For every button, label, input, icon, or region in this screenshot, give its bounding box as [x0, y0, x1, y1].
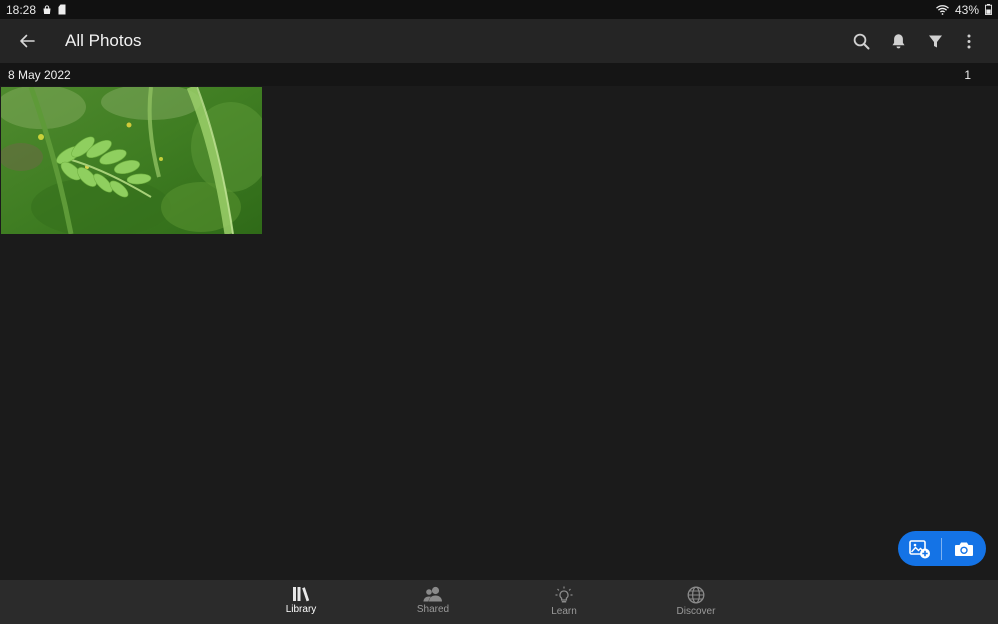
- add-photo-icon: [908, 539, 930, 558]
- lightbulb-icon: [555, 586, 573, 603]
- bottom-nav: Library Shared Learn Discover: [0, 580, 998, 624]
- sd-card-icon: [58, 4, 66, 15]
- bag-notification-icon: [42, 4, 52, 15]
- nav-item-library[interactable]: Library: [256, 580, 346, 624]
- photo-thumbnail[interactable]: [1, 87, 262, 234]
- search-button[interactable]: [843, 19, 880, 63]
- top-app-bar: All Photos: [0, 19, 998, 63]
- plant-photo-image: [1, 87, 262, 234]
- nav-item-discover[interactable]: Discover: [651, 580, 741, 624]
- page-title: All Photos: [65, 31, 142, 50]
- nav-label-shared: Shared: [416, 604, 450, 615]
- battery-icon: [985, 4, 992, 15]
- date-group-count: 1: [964, 67, 971, 82]
- date-group-label: 8 May 2022: [8, 67, 71, 82]
- search-icon: [853, 33, 870, 49]
- fab-group: [898, 531, 986, 566]
- more-vertical-icon: [967, 34, 971, 48]
- filter-icon: [929, 35, 942, 47]
- add-photo-button[interactable]: [898, 531, 941, 566]
- status-right: 43%: [936, 3, 992, 17]
- shared-icon: [423, 586, 442, 602]
- camera-icon: [954, 542, 973, 556]
- wifi-icon: [936, 4, 949, 15]
- status-bar: 18:28 43%: [0, 0, 998, 19]
- status-left: 18:28: [6, 3, 66, 17]
- nav-item-learn[interactable]: Learn: [519, 580, 609, 624]
- back-arrow-icon: [20, 34, 35, 48]
- nav-item-shared[interactable]: Shared: [388, 580, 478, 624]
- nav-label-learn: Learn: [551, 606, 577, 617]
- back-button[interactable]: [0, 19, 54, 63]
- camera-button[interactable]: [942, 531, 985, 566]
- nav-label-library: Library: [285, 604, 317, 615]
- library-icon: [293, 587, 310, 602]
- globe-icon: [687, 586, 705, 604]
- more-options-button[interactable]: [954, 19, 984, 63]
- bell-icon: [892, 34, 905, 49]
- battery-percent: 43%: [954, 2, 979, 17]
- notifications-button[interactable]: [880, 19, 917, 63]
- status-time: 18:28: [6, 2, 37, 17]
- date-group-header: 8 May 2022 1: [0, 63, 998, 86]
- filter-button[interactable]: [917, 19, 954, 63]
- nav-label-discover: Discover: [676, 606, 716, 617]
- header-actions: [843, 19, 998, 63]
